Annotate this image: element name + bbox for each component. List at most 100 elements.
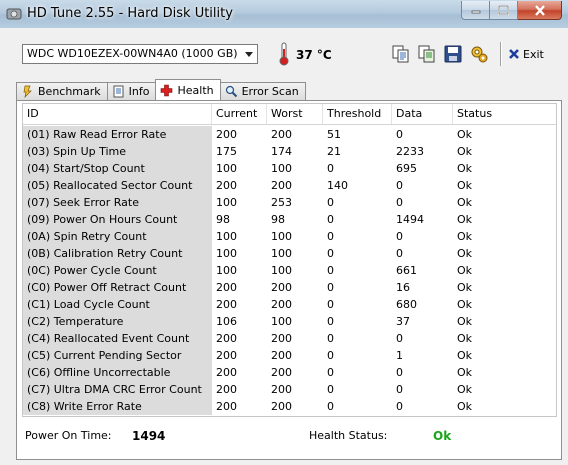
cell-threshold: 0 [327, 383, 334, 396]
table-row[interactable]: (0C) Power Cycle Count 100 100 0 661 Ok [23, 262, 556, 279]
cell-worst: 253 [271, 196, 292, 209]
health-cross-icon [161, 84, 173, 96]
table-row[interactable]: (C7) Ultra DMA CRC Error Count 200 200 0 0 Ok [23, 381, 556, 398]
tab-info[interactable]: Info [106, 82, 157, 100]
table-row[interactable]: (C2) Temperature 106 100 0 37 Ok [23, 313, 556, 330]
cell-data: 661 [396, 264, 417, 277]
cell-status: Ok [457, 162, 473, 175]
cell-threshold: 0 [327, 247, 334, 260]
table-row[interactable]: (0A) Spin Retry Count 100 100 0 0 Ok [23, 228, 556, 245]
table-row[interactable]: (03) Spin Up Time 175 174 21 2233 Ok [23, 143, 556, 160]
cell-worst: 200 [271, 332, 292, 345]
tab-health[interactable]: Health [155, 79, 221, 100]
cell-worst: 200 [271, 298, 292, 311]
save-icon[interactable] [444, 45, 462, 63]
cell-current: 98 [216, 213, 230, 226]
drive-select[interactable]: WDC WD10EZEX-00WN4A0 (1000 GB) [22, 44, 258, 64]
thermometer-icon [279, 42, 289, 66]
cell-data: 37 [396, 315, 410, 328]
cell-status: Ok [457, 213, 473, 226]
close-icon [534, 4, 545, 16]
close-button[interactable] [518, 1, 562, 20]
cell-id: (C7) Ultra DMA CRC Error Count [23, 381, 212, 398]
cell-data: 0 [396, 196, 403, 209]
exit-label: Exit [523, 47, 544, 61]
power-on-time-label: Power On Time: [25, 429, 112, 442]
cell-id: (C2) Temperature [23, 313, 212, 330]
cell-data: 1494 [396, 213, 424, 226]
minimize-icon [471, 10, 480, 14]
table-row[interactable]: (C4) Reallocated Event Count 200 200 0 0 Ok [23, 330, 556, 347]
copy-icon[interactable] [392, 45, 410, 63]
cell-data: 0 [396, 230, 403, 243]
smart-table[interactable]: ID Current Worst Threshold Data Status (… [22, 103, 557, 417]
cell-status: Ok [457, 230, 473, 243]
table-row[interactable]: (C5) Current Pending Sector 200 200 0 1 Ok [23, 347, 556, 364]
cell-id: (09) Power On Hours Count [23, 211, 212, 228]
table-row[interactable]: (04) Start/Stop Count 100 100 0 695 Ok [23, 160, 556, 177]
cell-status: Ok [457, 128, 473, 141]
cell-data: 2233 [396, 145, 424, 158]
options-icon[interactable] [470, 45, 488, 63]
magnifier-icon [225, 85, 237, 98]
cell-current: 200 [216, 383, 237, 396]
cell-worst: 98 [271, 213, 285, 226]
tab-benchmark[interactable]: Benchmark [16, 82, 108, 100]
cell-status: Ok [457, 383, 473, 396]
cell-worst: 100 [271, 162, 292, 175]
cell-status: Ok [457, 145, 473, 158]
tab-label: Info [128, 85, 150, 98]
column-header-worst[interactable]: Worst [267, 104, 323, 124]
maximize-icon [498, 5, 509, 15]
table-row[interactable]: (C0) Power Off Retract Count 200 200 0 16 Ok [23, 279, 556, 296]
cell-data: 0 [396, 247, 403, 260]
cell-current: 200 [216, 400, 237, 413]
cell-threshold: 51 [327, 128, 341, 141]
column-header-status[interactable]: Status [453, 104, 556, 124]
cell-id: (0B) Calibration Retry Count [23, 245, 212, 262]
cell-current: 200 [216, 179, 237, 192]
cell-worst: 200 [271, 128, 292, 141]
table-header: ID Current Worst Threshold Data Status [23, 104, 556, 125]
tab-error-scan[interactable]: Error Scan [219, 82, 306, 100]
cell-data: 0 [396, 332, 403, 345]
cell-id: (01) Raw Read Error Rate [23, 126, 212, 143]
cell-threshold: 0 [327, 230, 334, 243]
cell-status: Ok [457, 366, 473, 379]
table-row[interactable]: (0B) Calibration Retry Count 100 100 0 0 Ok [23, 245, 556, 262]
cell-current: 175 [216, 145, 237, 158]
column-header-current[interactable]: Current [212, 104, 267, 124]
tab-label: Error Scan [241, 85, 299, 98]
column-header-id[interactable]: ID [23, 104, 212, 124]
table-row[interactable]: (C1) Load Cycle Count 200 200 0 680 Ok [23, 296, 556, 313]
tab-strip: Benchmark Info Health Error Scan [16, 79, 306, 100]
column-header-threshold[interactable]: Threshold [323, 104, 392, 124]
cell-current: 200 [216, 281, 237, 294]
table-row[interactable]: (09) Power On Hours Count 98 98 0 1494 Ok [23, 211, 556, 228]
benchmark-icon [23, 85, 32, 98]
cell-id: (0A) Spin Retry Count [23, 228, 212, 245]
table-row[interactable]: (C6) Offline Uncorrectable 200 200 0 0 Ok [23, 364, 556, 381]
app-window: HD Tune 2.55 - Hard Disk Utility WDC WD1… [0, 0, 568, 465]
toolbar-separator [500, 42, 502, 66]
cell-threshold: 140 [327, 179, 348, 192]
cell-current: 200 [216, 298, 237, 311]
cell-data: 0 [396, 400, 403, 413]
cell-id: (04) Start/Stop Count [23, 160, 212, 177]
cell-worst: 200 [271, 400, 292, 413]
table-row[interactable]: (01) Raw Read Error Rate 200 200 51 0 Ok [23, 126, 556, 143]
table-row[interactable]: (C8) Write Error Rate 200 200 0 0 Ok [23, 398, 556, 415]
minimize-button[interactable] [461, 1, 490, 20]
copy-all-icon[interactable] [418, 45, 436, 63]
exit-button[interactable]: Exit [508, 45, 544, 63]
column-header-data[interactable]: Data [392, 104, 453, 124]
tab-label: Benchmark [38, 85, 101, 98]
table-row[interactable]: (05) Reallocated Sector Count 200 200 140 0 O… [23, 177, 556, 194]
cell-current: 200 [216, 366, 237, 379]
maximize-button[interactable] [490, 1, 518, 20]
title-bar[interactable]: HD Tune 2.55 - Hard Disk Utility [0, 0, 568, 28]
cell-worst: 100 [271, 230, 292, 243]
cell-data: 0 [396, 383, 403, 396]
table-row[interactable]: (07) Seek Error Rate 100 253 0 0 Ok [23, 194, 556, 211]
cell-status: Ok [457, 179, 473, 192]
